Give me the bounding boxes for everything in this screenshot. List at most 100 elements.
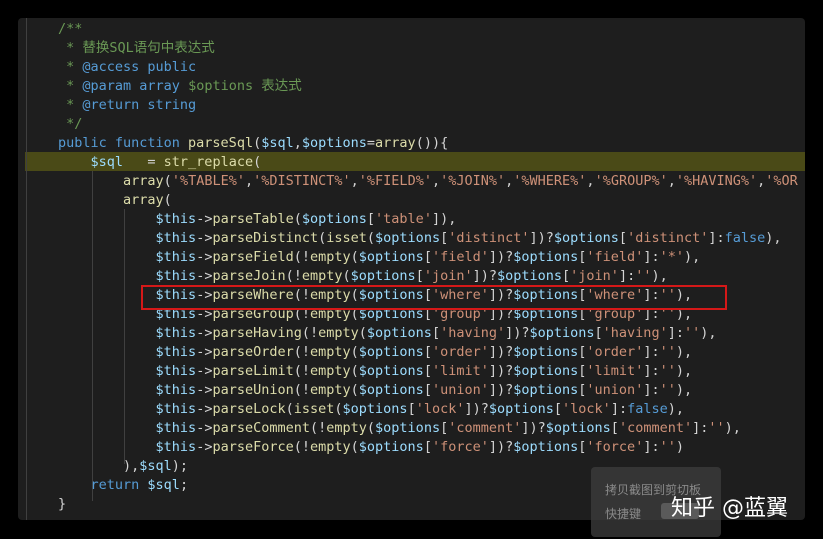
code-token: ]: — [643, 381, 660, 398]
code-token: ( — [253, 134, 262, 151]
code-line[interactable]: * @param array $options 表达式 — [58, 77, 805, 96]
code-token: -> — [196, 324, 213, 341]
code-token: -> — [196, 229, 213, 246]
code-token: $options — [358, 248, 424, 265]
code-token: 表达式 — [253, 77, 302, 94]
code-token: str_replace — [163, 153, 254, 170]
code-token: '' — [659, 343, 676, 360]
code-line[interactable]: $this->parseForce(!empty($options['force… — [58, 438, 805, 457]
code-token: 'lock' — [562, 400, 611, 417]
code-editor[interactable]: /** * 替换SQL语句中表达式 * @access public * @pa… — [18, 18, 805, 520]
code-token: ) — [675, 438, 684, 455]
code-content[interactable]: /** * 替换SQL语句中表达式 * @access public * @pa… — [58, 20, 805, 514]
code-token: 'join' — [423, 267, 473, 284]
code-line[interactable]: */ — [58, 115, 805, 134]
code-line[interactable]: $this->parseOrder(!empty($options['order… — [58, 343, 805, 362]
code-line[interactable]: $this->parseDistinct(isset($options['dis… — [58, 229, 805, 248]
code-token: $this — [155, 400, 197, 417]
code-token: -> — [196, 438, 213, 455]
code-token: 'field' — [586, 248, 644, 265]
code-token: ])? — [488, 438, 514, 455]
code-line[interactable]: * @access public — [58, 58, 805, 77]
code-line[interactable]: /** — [58, 20, 805, 39]
code-token: parseField — [212, 248, 294, 265]
code-line[interactable]: $this->parseJoin(!empty($options['join']… — [58, 267, 805, 286]
code-line[interactable]: $this->parseTable($options['table']), — [58, 210, 805, 229]
code-token: -> — [196, 419, 213, 436]
code-token: '%GROUP%' — [594, 172, 668, 189]
code-token: ]: — [618, 267, 636, 284]
code-token: '' — [659, 381, 676, 398]
code-token: ( — [350, 362, 359, 379]
code-token: '*' — [659, 248, 684, 265]
code-token: 'distinct' — [627, 229, 709, 246]
code-token: ])? — [521, 419, 546, 436]
code-token: $this — [155, 343, 197, 360]
code-token: 'having' — [602, 324, 668, 341]
code-token: [ — [562, 267, 571, 284]
code-line[interactable]: $this->parseHaving(!empty($options['havi… — [58, 324, 805, 343]
code-token: ()){ — [415, 134, 449, 151]
code-line[interactable]: $this->parseUnion(!empty($options['union… — [58, 381, 805, 400]
code-token: $options — [188, 77, 254, 94]
code-token: ( — [350, 343, 359, 360]
code-token: $sql — [261, 134, 294, 151]
code-token: $this — [155, 267, 197, 284]
code-line[interactable]: $this->parseLock(isset($options['lock'])… — [58, 400, 805, 419]
code-token: (! — [293, 248, 310, 265]
code-token: '' — [635, 267, 652, 284]
code-token: 'join' — [570, 267, 619, 284]
code-token: [ — [423, 362, 432, 379]
code-line[interactable]: array('%TABLE%','%DISTINCT%','%FIELD%','… — [58, 172, 805, 191]
code-token: parseTable — [212, 210, 294, 227]
code-token: parseForce — [212, 438, 294, 455]
code-token: $this — [155, 248, 197, 265]
code-token: return — [90, 476, 148, 493]
code-token: array — [123, 172, 164, 189]
code-token: [ — [407, 400, 416, 417]
code-line[interactable]: $sql = str_replace( — [58, 153, 805, 172]
code-token: ( — [366, 229, 376, 246]
code-line[interactable]: public function parseSql($sql,$options=a… — [58, 134, 805, 153]
code-line[interactable]: * @return string — [58, 96, 805, 115]
code-token: $options — [366, 324, 432, 341]
code-token: empty — [310, 343, 351, 360]
code-token: -> — [196, 248, 213, 265]
code-token: ); — [171, 457, 189, 474]
code-token: '' — [708, 419, 725, 436]
code-token: isset — [293, 400, 335, 417]
code-token: $options — [358, 438, 424, 455]
code-token: ])? — [488, 343, 514, 360]
code-token: 'field' — [431, 248, 489, 265]
code-token: [ — [440, 419, 449, 436]
code-token: * — [58, 77, 83, 94]
code-token: ])? — [464, 400, 489, 417]
code-line[interactable]: array( — [58, 191, 805, 210]
code-token: ( — [285, 400, 294, 417]
code-token: [ — [610, 419, 619, 436]
code-token: [ — [423, 381, 432, 398]
code-token: $sql — [90, 153, 124, 170]
code-token: -> — [196, 343, 213, 360]
code-line[interactable]: $this->parseLimit(!empty($options['limit… — [58, 362, 805, 381]
code-token: $sql — [147, 476, 180, 493]
code-token: [ — [423, 438, 432, 455]
code-token: 'limit' — [586, 362, 644, 379]
code-token: public function — [58, 134, 189, 151]
code-line[interactable]: $this->parseComment(!empty($options['com… — [58, 419, 805, 438]
code-line[interactable]: * 替换SQL语句中表达式 — [58, 39, 805, 58]
code-token: ( — [342, 267, 351, 284]
code-token: = — [123, 153, 164, 170]
code-token: empty — [301, 267, 343, 284]
code-token: '%JOIN%' — [440, 172, 506, 189]
code-token: = — [366, 134, 376, 151]
code-line[interactable]: $this->parseField(!empty($options['field… — [58, 248, 805, 267]
